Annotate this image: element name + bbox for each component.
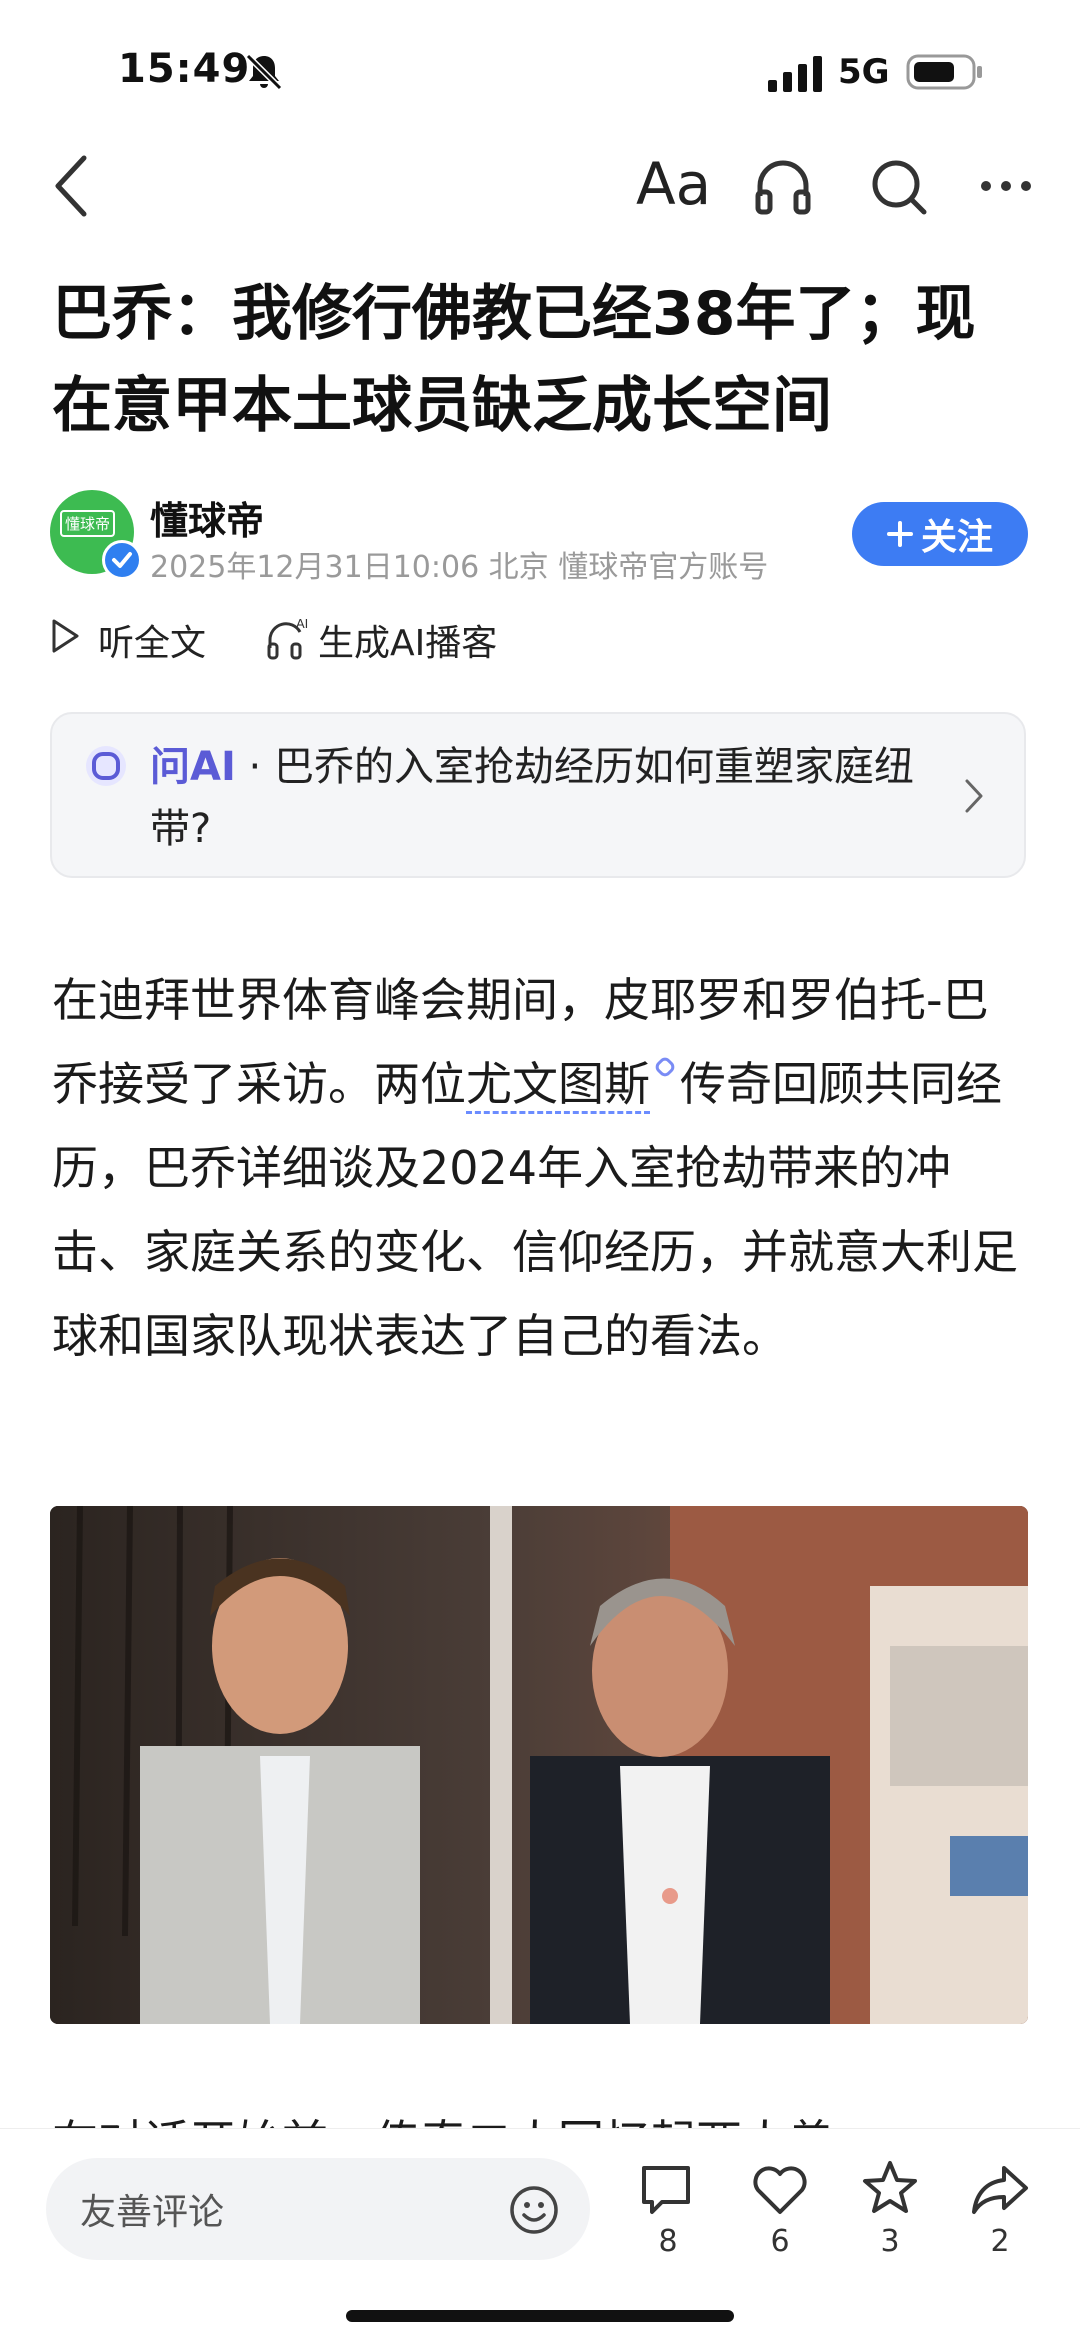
chevron-right-icon [965,779,983,813]
separator-dot: · [235,744,274,790]
follow-button[interactable]: 关注 [852,502,1028,566]
star-icon[interactable] [860,2158,920,2218]
status-time: 15:49 [118,46,251,92]
ask-ai-prompt[interactable]: 问AI · 巴乔的入室抢劫经历如何重塑家庭纽带? [150,736,930,860]
emoji-button[interactable] [508,2184,560,2236]
share-count: 2 [990,2224,1010,2259]
ai-podcast-icon[interactable]: AI [266,614,310,660]
author-name[interactable]: 懂球帝 [150,490,264,545]
bell-muted-icon [245,53,283,91]
article-paragraph: 在迪拜世界体育峰会期间，皮耶罗和罗伯托-巴乔接受了采访。两位尤文图斯 传奇回顾共同… [52,958,1032,1378]
entity-link-juventus[interactable]: 尤文图斯 [466,1057,650,1114]
svg-text:AI: AI [296,616,308,631]
favorite-count: 3 [880,2224,900,2259]
verified-icon [102,540,142,580]
follow-label: 关注 [920,517,993,558]
comment-icon[interactable] [636,2160,696,2220]
search-button[interactable] [868,156,930,218]
ai-podcast-button[interactable]: 生成AI播客 [318,614,497,666]
share-icon[interactable] [970,2160,1030,2220]
ask-ai-label: 问AI [150,744,236,790]
play-icon[interactable] [50,618,80,654]
article-paragraph-cutoff: 在对话开始前，传奇二人回忆起两人曾 [52,2100,1032,2130]
avatar-logo-text: 懂球帝 [60,510,116,537]
ai-entity-icon [655,1057,675,1077]
back-button[interactable] [48,150,96,222]
article-photo[interactable] [50,1506,1028,2024]
home-indicator[interactable] [346,2310,734,2322]
author-meta: 2025年12月31日10:06 北京 懂球帝官方账号 [150,550,769,585]
plus-icon [886,521,913,547]
network-type: 5G [838,52,890,92]
signal-icon [768,56,822,92]
article-title: 巴乔：我修行佛教已经38年了；现在意甲本土球员缺乏成长空间 [52,279,976,441]
listen-full-button[interactable]: 听全文 [98,614,206,666]
battery-icon [906,54,982,90]
comment-count: 8 [658,2224,678,2259]
ai-logo-icon [86,746,126,786]
heart-icon[interactable] [750,2160,810,2220]
font-size-button[interactable]: Aa [636,150,711,218]
like-count: 6 [770,2224,790,2259]
more-button[interactable] [980,176,1032,196]
headphones-button[interactable] [752,156,814,218]
